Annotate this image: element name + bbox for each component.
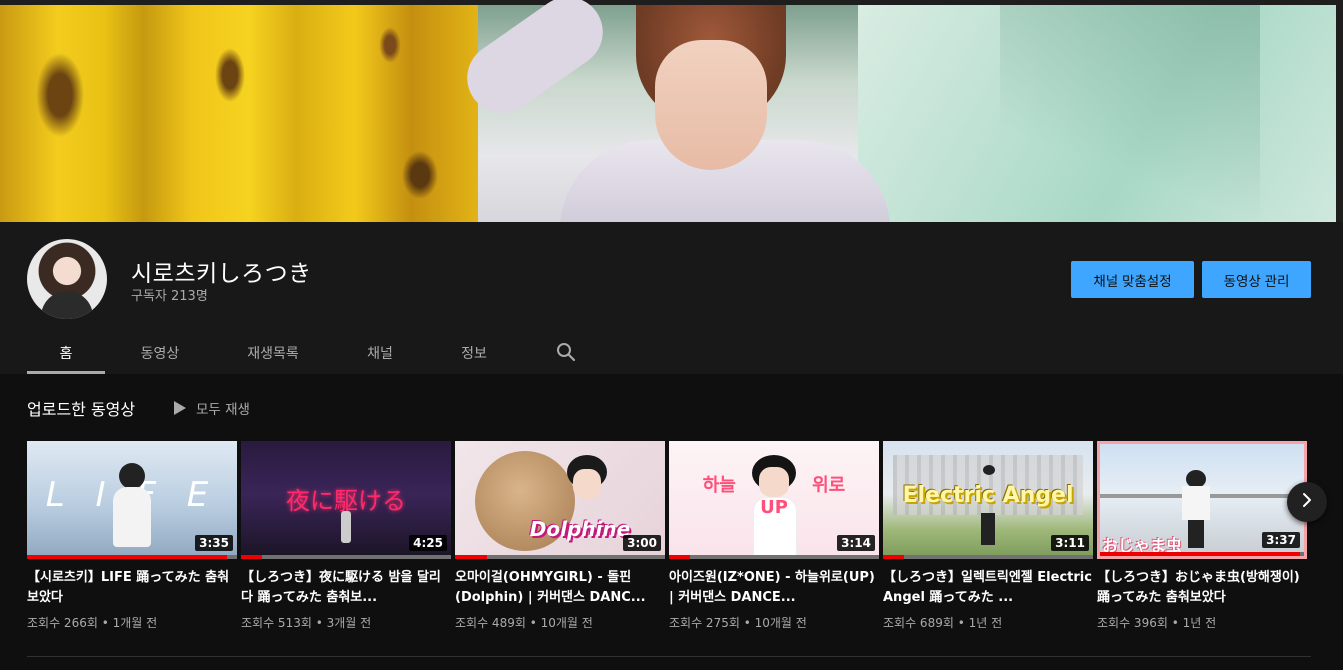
watch-progress <box>1100 552 1300 556</box>
video-card[interactable]: おじゃま虫 3:37 【しろつき】おじゃま虫(방해쟁이) 踊ってみた 춤춰보았다… <box>1097 441 1307 631</box>
chevron-right-icon <box>1298 490 1316 515</box>
video-meta: 조회수 689회 • 1년 전 <box>883 616 1003 630</box>
tab-channels[interactable]: 채널 <box>345 332 415 374</box>
section-title: 업로드한 동영상 <box>27 400 136 419</box>
video-title[interactable]: 아이즈원(IZ*ONE) - 하늘위로(UP) | 커버댄스 DANCE... <box>669 568 879 608</box>
video-card[interactable]: 夜に駆ける 4:25 【しろつき】夜に駆ける 밤을 달리다 踊ってみた 춤춰보.… <box>241 441 451 631</box>
video-meta: 조회수 513회 • 3개월 전 <box>241 616 372 630</box>
play-all-button[interactable]: 모두 재생 <box>174 398 250 418</box>
video-duration: 3:14 <box>837 535 875 551</box>
channel-avatar[interactable] <box>27 239 107 319</box>
video-meta: 조회수 266회 • 1개월 전 <box>27 616 158 630</box>
video-card[interactable]: Electric Angel 3:11 【しろつき】일렉트릭엔젤 Electri… <box>883 441 1093 631</box>
manage-videos-button[interactable]: 동영상 관리 <box>1202 261 1311 298</box>
section-divider <box>27 656 1311 657</box>
video-title[interactable]: 【しろつき】일렉트릭엔젤 Electric Angel 踊ってみた ... <box>883 568 1093 608</box>
play-all-label: 모두 재생 <box>196 402 250 418</box>
watch-progress <box>669 555 690 559</box>
watch-progress <box>27 555 227 559</box>
video-duration: 3:35 <box>195 535 233 551</box>
video-duration: 3:00 <box>623 535 661 551</box>
thumbnail-text: Electric Angel <box>902 483 1074 508</box>
video-card[interactable]: Dolphine 3:00 오마이걸(OHMYGIRL) - 돌핀(Dolphi… <box>455 441 665 631</box>
video-meta: 조회수 275회 • 10개월 전 <box>669 616 807 630</box>
video-duration: 4:25 <box>409 535 447 551</box>
video-title[interactable]: 【しろつき】夜に駆ける 밤을 달리다 踊ってみた 춤춰보... <box>241 568 451 608</box>
video-thumbnail[interactable]: 夜に駆ける 4:25 <box>241 441 451 559</box>
video-title[interactable]: 【시로츠키】LIFE 踊ってみた 춤춰보았다 <box>27 568 237 608</box>
video-duration: 3:11 <box>1051 535 1089 551</box>
video-card[interactable]: 하늘 위로 UP 3:14 아이즈원(IZ*ONE) - 하늘위로(UP) | … <box>669 441 879 631</box>
video-thumbnail[interactable]: Dolphine 3:00 <box>455 441 665 559</box>
play-icon <box>174 401 186 415</box>
channel-name: 시로츠키しろつき <box>131 261 312 287</box>
carousel-next-button[interactable] <box>1287 482 1327 522</box>
home-content: 업로드한 동영상 모두 재생 L I F E 3:35 【시로츠키】LIFE 踊… <box>0 374 1343 670</box>
thumbnail-text: 하늘 위로 UP <box>702 475 846 518</box>
video-thumbnail[interactable]: L I F E 3:35 <box>27 441 237 559</box>
video-meta: 조회수 396회 • 1년 전 <box>1097 616 1217 630</box>
tab-about[interactable]: 정보 <box>445 332 503 374</box>
tab-home[interactable]: 홈 <box>27 332 105 374</box>
video-title[interactable]: 오마이걸(OHMYGIRL) - 돌핀(Dolphin) | 커버댄스 DANC… <box>455 568 665 608</box>
watch-progress <box>241 555 262 559</box>
video-title[interactable]: 【しろつき】おじゃま虫(방해쟁이) 踊ってみた 춤춰보았다 <box>1097 568 1307 608</box>
channel-banner <box>0 0 1343 222</box>
video-meta: 조회수 489회 • 10개월 전 <box>455 616 593 630</box>
tab-videos[interactable]: 동영상 <box>121 332 199 374</box>
channel-header: 시로츠키しろつき 구독자 213명 채널 맞춤설정 동영상 관리 홈 동영상 재… <box>0 222 1343 374</box>
video-duration: 3:37 <box>1262 532 1300 548</box>
search-icon[interactable] <box>554 340 578 364</box>
video-thumbnail[interactable]: Electric Angel 3:11 <box>883 441 1093 559</box>
video-thumbnail[interactable]: 하늘 위로 UP 3:14 <box>669 441 879 559</box>
watch-progress <box>883 555 904 559</box>
customize-channel-button[interactable]: 채널 맞춤설정 <box>1071 261 1194 298</box>
subscriber-count: 구독자 213명 <box>131 289 208 304</box>
watch-progress <box>455 555 487 559</box>
video-card[interactable]: L I F E 3:35 【시로츠키】LIFE 踊ってみた 춤춰보았다 조회수 … <box>27 441 237 631</box>
tab-playlists[interactable]: 재생목록 <box>233 332 313 374</box>
video-thumbnail[interactable]: おじゃま虫 3:37 <box>1097 441 1307 559</box>
